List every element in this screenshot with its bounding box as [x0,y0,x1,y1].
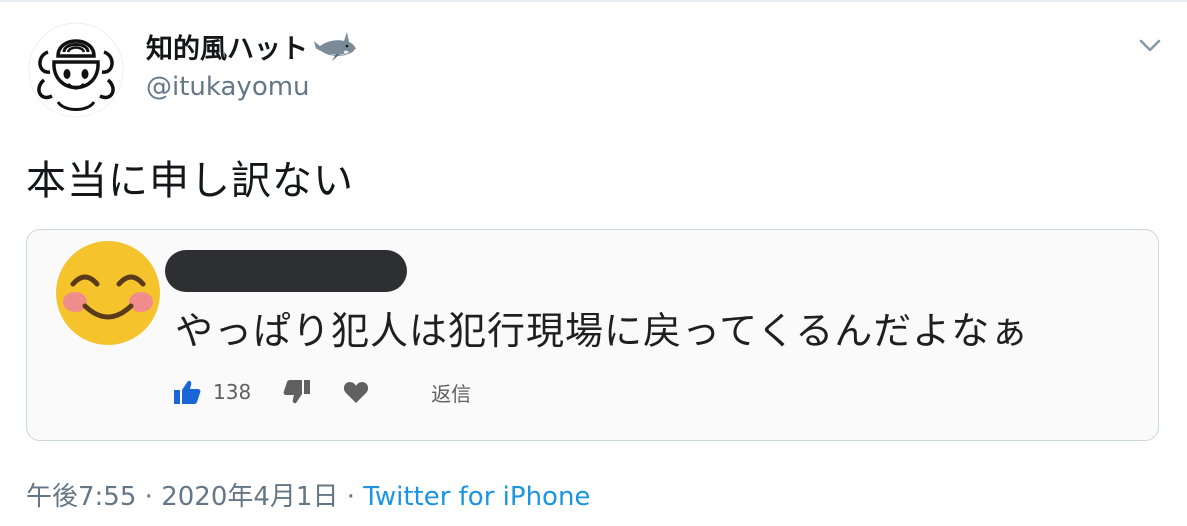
like-button[interactable] [173,379,201,405]
meta-separator: · [346,482,355,512]
chevron-down-icon [1139,39,1161,52]
tweet-menu-button[interactable] [1132,28,1168,64]
heart-icon [344,382,369,403]
display-name-row[interactable]: 知的風ハット [146,27,358,65]
tweet-time[interactable]: 午後7:55 [26,482,136,512]
tweet-source-link[interactable]: Twitter for iPhone [363,482,590,512]
like-count: 138 [213,380,252,404]
user-handle[interactable]: @itukayomu [146,72,310,102]
cartoon-face-avatar-icon [28,22,124,118]
user-avatar[interactable] [28,22,124,118]
tweet-page: 知的風ハット @itukayomu 本当に申し訳ない やっぱり犯人は犯行現場に戻… [0,0,1187,526]
comment-text: やっぱり犯人は犯行現場に戻ってくるんだよなぁ [175,309,1030,353]
shark-icon [314,32,356,61]
tweet-text: 本当に申し訳ない [26,158,354,204]
embedded-image-card[interactable]: やっぱり犯人は犯行現場に戻ってくるんだよなぁ 138 返信 [26,229,1159,441]
smiling-face-emoji-icon [56,241,160,345]
top-divider [0,0,1187,2]
thumbs-up-icon [174,380,201,404]
redacted-username [165,250,407,292]
dislike-button[interactable] [283,379,311,405]
thumbs-down-icon [283,380,311,404]
display-name[interactable]: 知的風ハット [146,27,308,66]
heart-button[interactable] [343,380,369,404]
tweet-date[interactable]: 2020年4月1日 [161,482,338,512]
tweet-meta: 午後7:55 · 2020年4月1日 · Twitter for iPhone [26,476,590,513]
reply-button[interactable]: 返信 [431,378,471,407]
comment-actions: 138 返信 [173,376,471,408]
meta-separator: · [144,482,153,512]
